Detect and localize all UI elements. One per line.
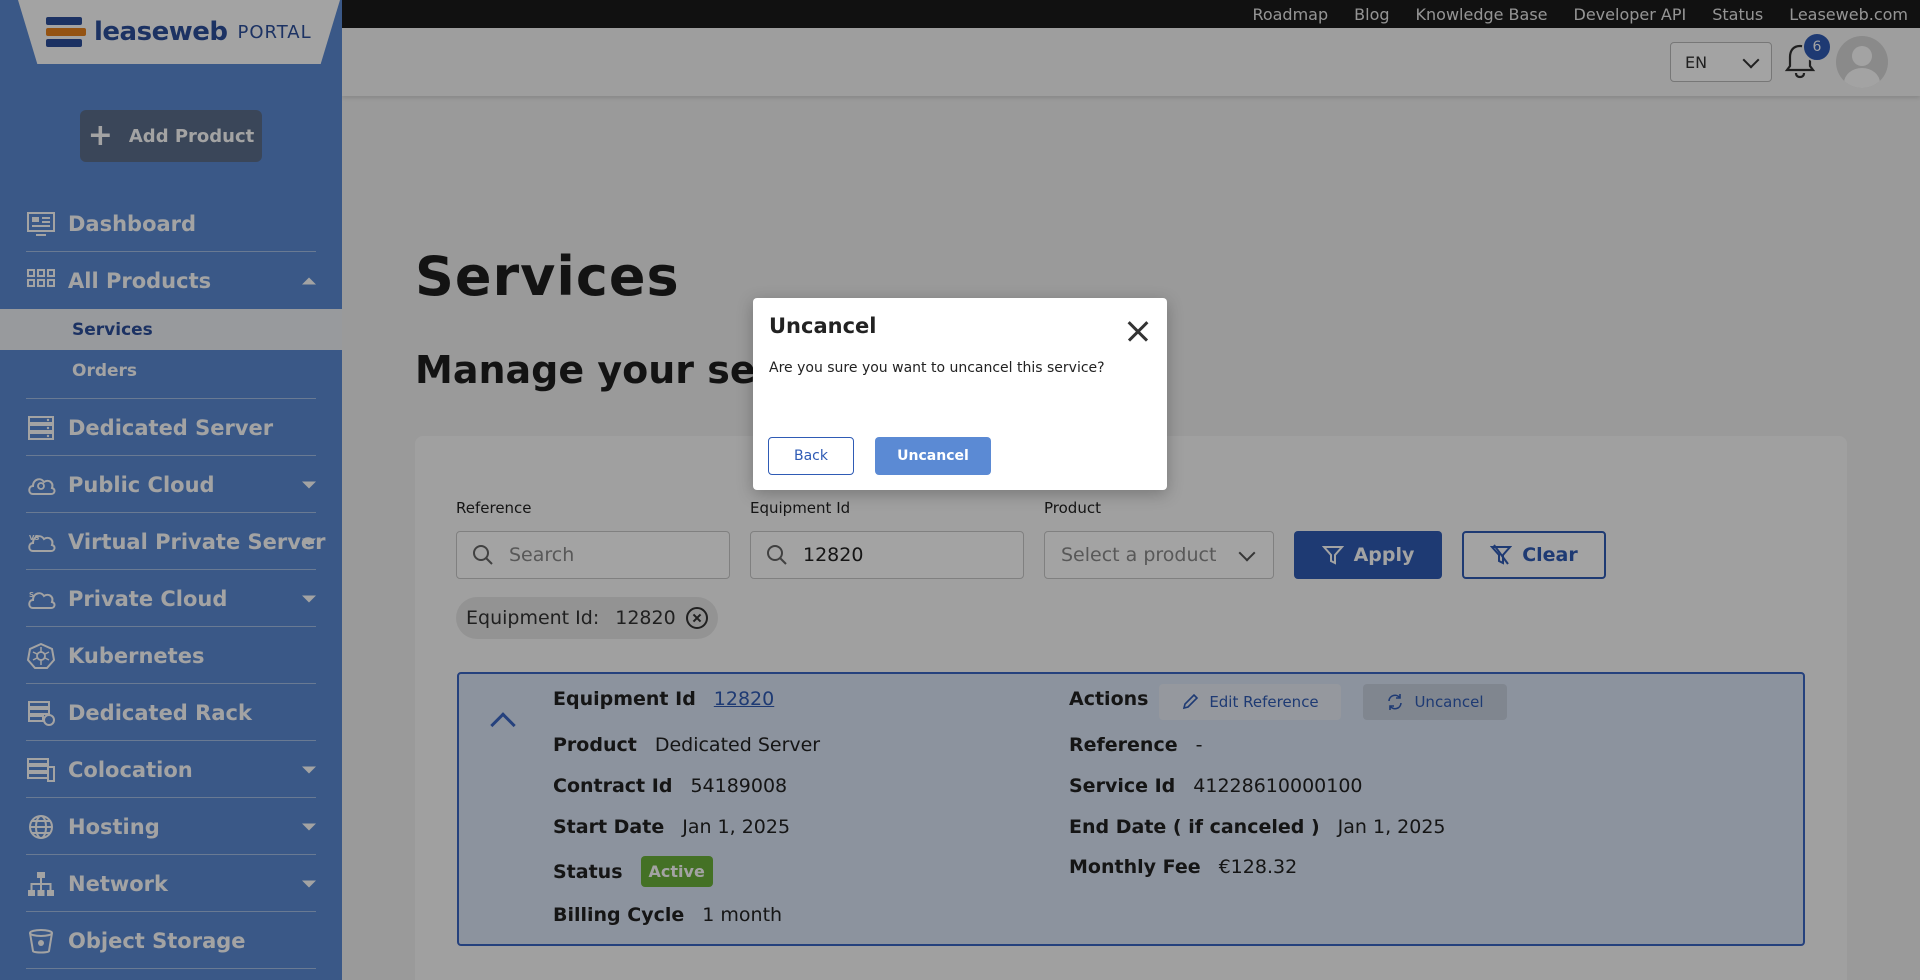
modal-backdrop[interactable] (0, 0, 1920, 980)
uncancel-dialog: Uncancel Are you sure you want to uncanc… (753, 298, 1167, 490)
dialog-message: Are you sure you want to uncancel this s… (769, 360, 1105, 376)
back-button[interactable]: Back (768, 437, 854, 475)
dialog-title: Uncancel (769, 314, 877, 338)
confirm-uncancel-button[interactable]: Uncancel (875, 437, 991, 475)
close-icon[interactable] (1125, 318, 1151, 344)
